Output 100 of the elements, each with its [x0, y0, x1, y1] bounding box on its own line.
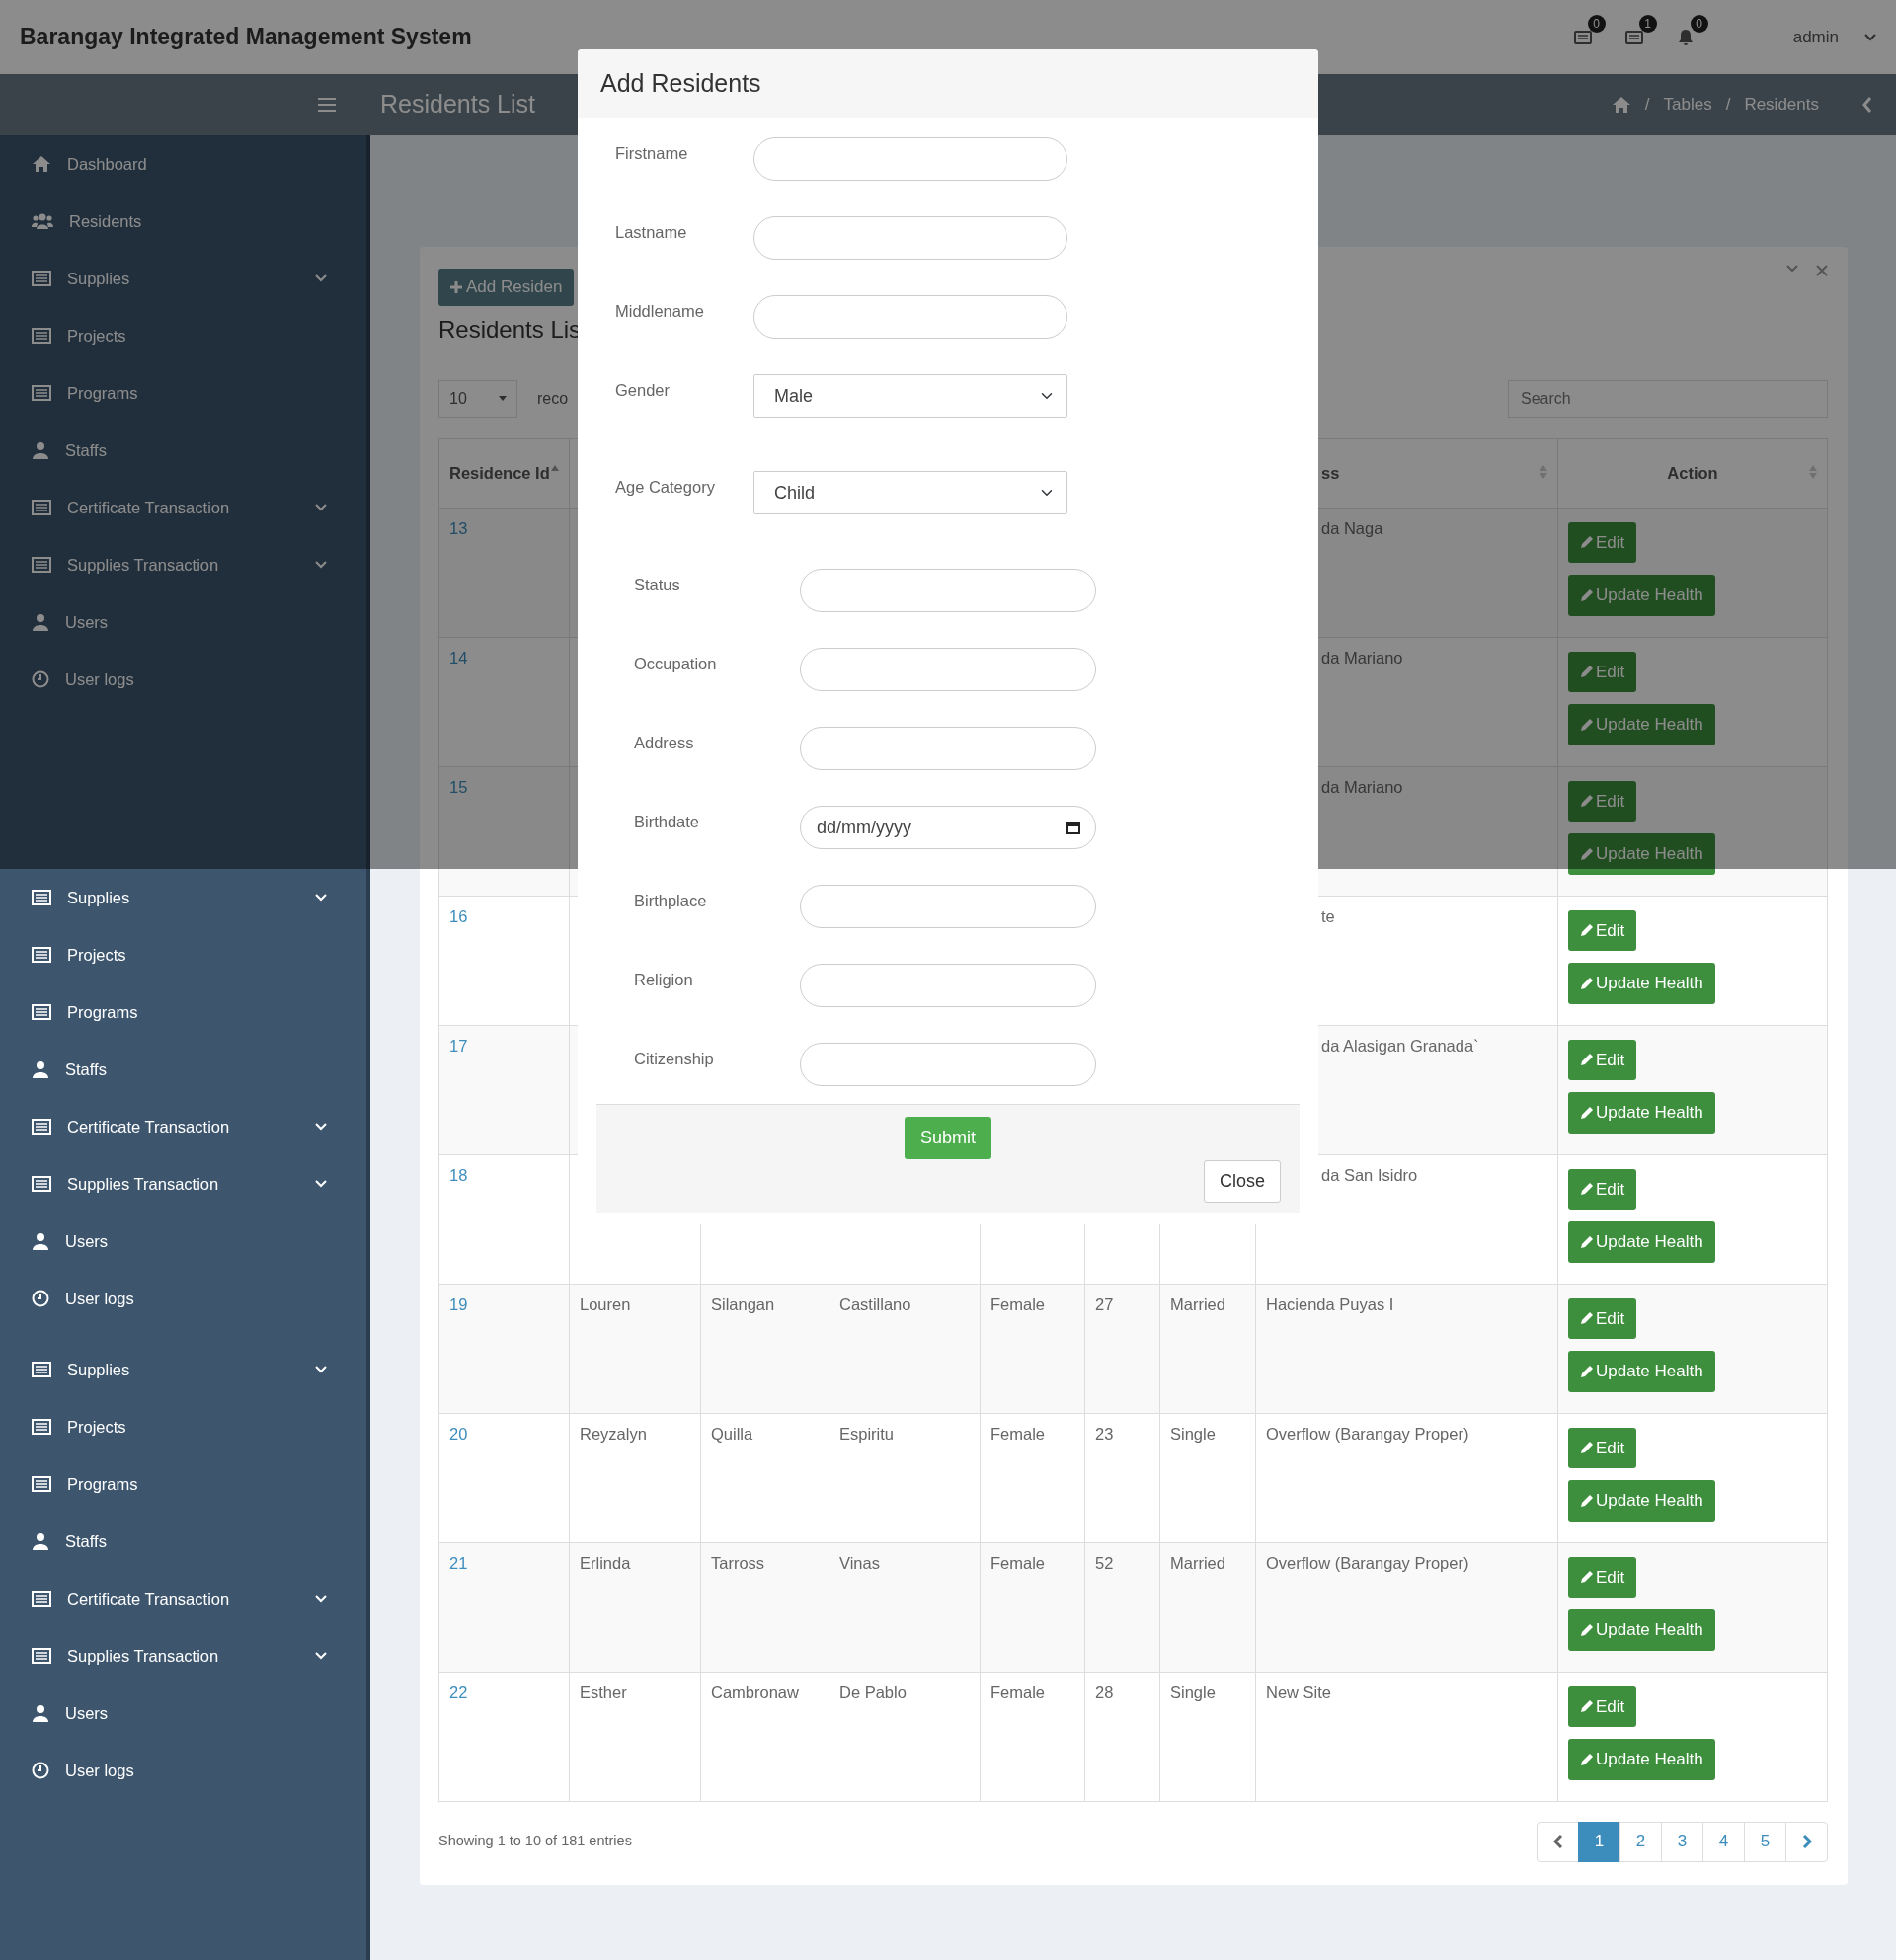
table-cell: Reyzalyn — [569, 1413, 701, 1542]
sidebar-item[interactable]: User logs — [0, 1742, 366, 1799]
list-icon — [32, 1362, 51, 1377]
page-button[interactable]: 1 — [1578, 1821, 1620, 1862]
collapse-icon[interactable] — [1786, 265, 1798, 273]
update-health-button[interactable]: Update Health — [1568, 1609, 1715, 1651]
page-length-select[interactable]: 10 — [438, 379, 517, 418]
residence-id-link[interactable]: 20 — [438, 1413, 570, 1542]
edit-button[interactable]: Edit — [1568, 909, 1637, 951]
edit-button[interactable]: Edit — [1568, 1427, 1637, 1468]
residence-id-link[interactable]: 21 — [438, 1542, 570, 1672]
residence-id-link[interactable]: 16 — [438, 896, 570, 1025]
input-field[interactable] — [800, 727, 1096, 770]
update-health-button[interactable]: Update Health — [1568, 575, 1715, 616]
sidebar-item[interactable]: Supplies Transaction — [0, 1155, 366, 1213]
update-health-button[interactable]: Update Health — [1568, 833, 1715, 875]
update-health-button[interactable]: Update Health — [1568, 1092, 1715, 1134]
add-residents-button[interactable]: Add Residen — [438, 269, 575, 306]
sidebar-item[interactable]: User logs — [0, 651, 366, 708]
residence-id-link[interactable]: 15 — [438, 766, 570, 896]
edit-button[interactable]: Edit — [1568, 521, 1637, 563]
residence-id-link[interactable]: 18 — [438, 1154, 570, 1284]
sidebar-item[interactable]: Dashboard — [0, 135, 366, 193]
list-icon — [32, 328, 51, 344]
date-field[interactable]: dd/mm/yyyy — [800, 806, 1096, 849]
update-health-button[interactable]: Update Health — [1568, 963, 1715, 1004]
sidebar-item[interactable]: Projects — [0, 926, 366, 983]
table-cell: Female — [980, 1542, 1085, 1672]
sidebar-item[interactable]: Supplies — [0, 1341, 366, 1398]
update-health-button[interactable]: Update Health — [1568, 1351, 1715, 1392]
menu-icon[interactable] — [318, 98, 336, 112]
sidebar-item[interactable]: Certificate Transaction — [0, 479, 366, 536]
table-cell: Louren — [569, 1284, 701, 1413]
pencil-icon — [1580, 1364, 1594, 1378]
sidebar-item[interactable]: Users — [0, 1213, 366, 1270]
column-header[interactable]: Residence Id — [438, 438, 570, 508]
sidebar-item[interactable]: Supplies — [0, 250, 366, 307]
residence-id-link[interactable]: 13 — [438, 508, 570, 637]
sidebar-item[interactable]: Staffs — [0, 1513, 366, 1570]
breadcrumb-link[interactable]: Residents — [1744, 92, 1819, 118]
sidebar-item[interactable]: Users — [0, 1685, 366, 1742]
page-button[interactable]: 4 — [1702, 1821, 1745, 1862]
input-field[interactable] — [800, 1043, 1096, 1086]
edit-button[interactable]: Edit — [1568, 1039, 1637, 1080]
notification-count: 0 — [1690, 14, 1708, 33]
residence-id-link[interactable]: 22 — [438, 1672, 570, 1801]
sidebar-item[interactable]: Certificate Transaction — [0, 1570, 366, 1627]
input-field[interactable] — [800, 964, 1096, 1007]
house-icon — [1611, 96, 1631, 114]
dropdown-field[interactable]: Child — [753, 471, 1067, 514]
page-button[interactable]: 2 — [1620, 1821, 1662, 1862]
residence-id-link[interactable]: 17 — [438, 1025, 570, 1154]
close-button[interactable]: Close — [1203, 1160, 1281, 1203]
table-cell: 27 — [1084, 1284, 1160, 1413]
edit-button[interactable]: Edit — [1568, 1556, 1637, 1598]
input-field[interactable] — [800, 648, 1096, 691]
sidebar-item[interactable]: Supplies Transaction — [0, 1627, 366, 1685]
sidebar-item[interactable]: Programs — [0, 364, 366, 422]
column-header[interactable]: Action — [1557, 438, 1828, 508]
field-label: Occupation — [633, 654, 718, 674]
update-health-button[interactable]: Update Health — [1568, 1480, 1715, 1522]
sidebar-item[interactable]: Users — [0, 593, 366, 651]
search-field[interactable]: Search — [1508, 379, 1828, 418]
table-cell: Silangan — [700, 1284, 830, 1413]
residence-id-link[interactable]: 14 — [438, 637, 570, 766]
sidebar-item[interactable]: User logs — [0, 1270, 366, 1327]
input-field[interactable] — [800, 885, 1096, 928]
person-icon — [32, 613, 49, 631]
input-field[interactable] — [753, 216, 1067, 260]
sidebar-item[interactable]: Staffs — [0, 1041, 366, 1098]
sidebar-item[interactable]: Programs — [0, 1455, 366, 1513]
next-page-button[interactable] — [1785, 1821, 1828, 1862]
sidebar-item[interactable]: Certificate Transaction — [0, 1098, 366, 1155]
edit-button[interactable]: Edit — [1568, 1168, 1637, 1210]
submit-button[interactable]: Submit — [905, 1117, 992, 1159]
sidebar-item[interactable]: Staffs — [0, 422, 366, 479]
previous-page-button[interactable] — [1537, 1821, 1579, 1862]
sidebar-item[interactable]: Supplies Transaction — [0, 536, 366, 593]
input-field[interactable] — [753, 137, 1067, 181]
user-name[interactable]: admin — [1792, 24, 1839, 50]
edit-button[interactable]: Edit — [1568, 1297, 1637, 1339]
breadcrumb-link[interactable]: Tables — [1663, 92, 1712, 118]
dropdown-field[interactable]: Male — [753, 374, 1067, 418]
edit-button[interactable]: Edit — [1568, 651, 1637, 692]
page-button[interactable]: 3 — [1661, 1821, 1703, 1862]
update-health-button[interactable]: Update Health — [1568, 704, 1715, 745]
sidebar-item[interactable]: Projects — [0, 1398, 366, 1455]
page-button[interactable]: 5 — [1744, 1821, 1786, 1862]
sidebar-item[interactable]: Residents — [0, 193, 366, 250]
update-health-button[interactable]: Update Health — [1568, 1221, 1715, 1263]
residence-id-link[interactable]: 19 — [438, 1284, 570, 1413]
input-field[interactable] — [753, 295, 1067, 339]
edit-button[interactable]: Edit — [1568, 1686, 1637, 1727]
input-field[interactable] — [800, 569, 1096, 612]
sidebar-item[interactable]: Supplies — [0, 869, 366, 926]
sidebar-item[interactable]: Projects — [0, 307, 366, 364]
close-icon — [1816, 265, 1828, 276]
sidebar-item[interactable]: Programs — [0, 983, 366, 1041]
edit-button[interactable]: Edit — [1568, 780, 1637, 822]
update-health-button[interactable]: Update Health — [1568, 1739, 1715, 1780]
